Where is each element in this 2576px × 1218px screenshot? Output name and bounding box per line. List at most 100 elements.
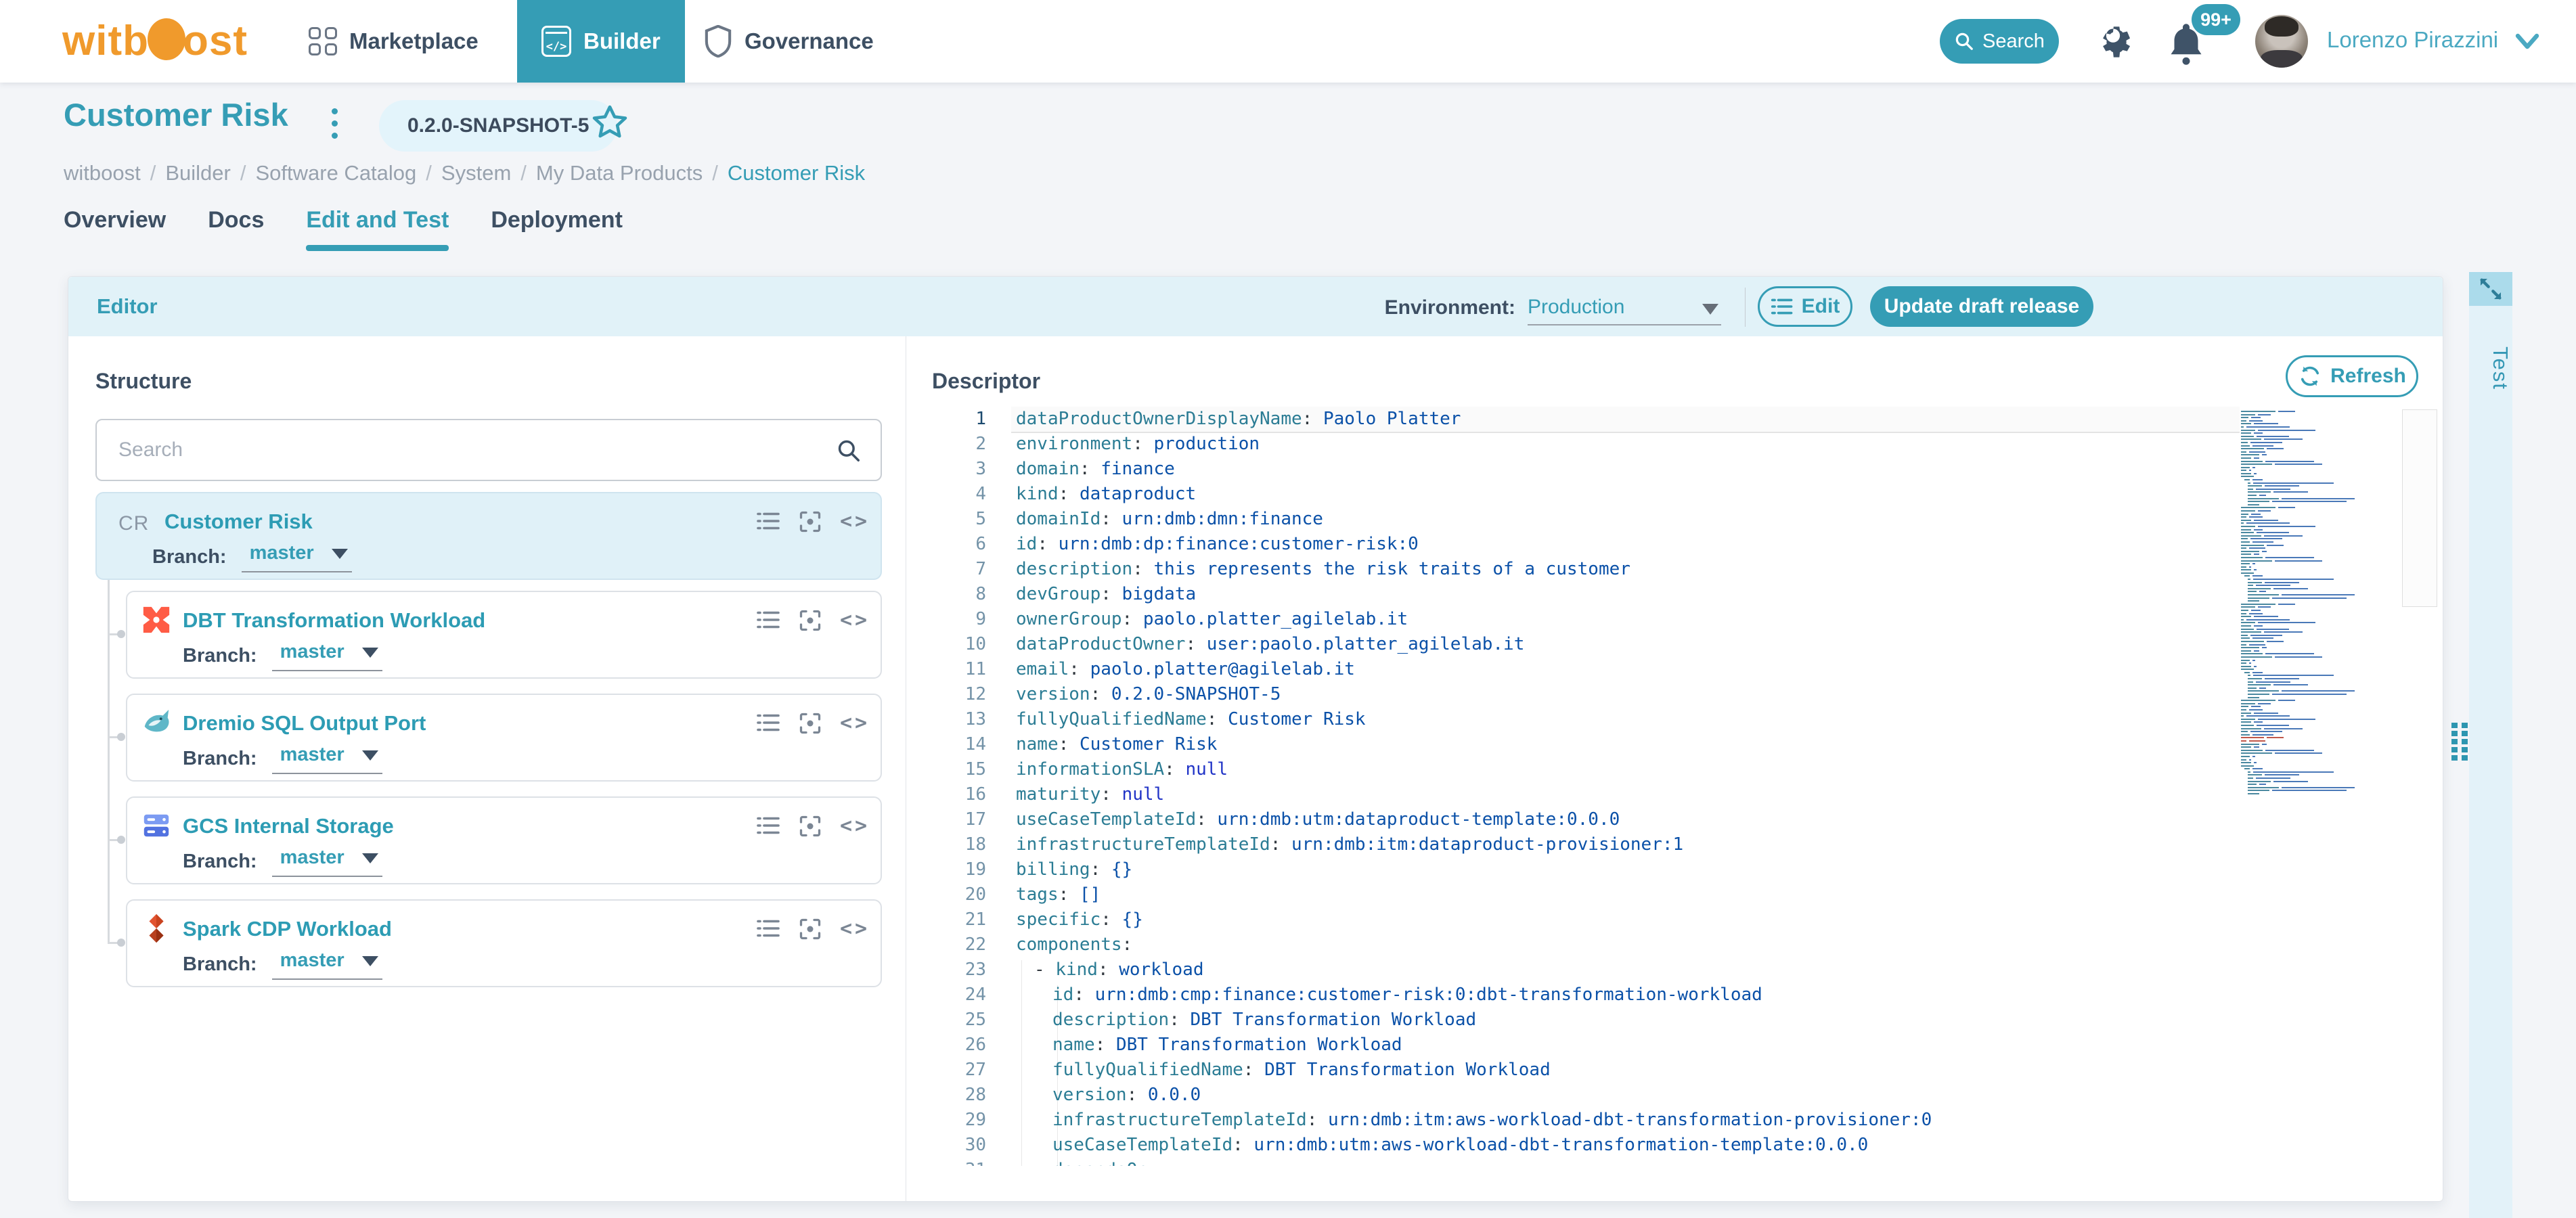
line-number: 8: [975, 584, 986, 604]
details-list-icon[interactable]: [756, 917, 780, 941]
code-line-25[interactable]: 25 description: DBT Transformation Worklo…: [906, 1008, 2444, 1033]
nav-item-builder[interactable]: Builder: [517, 0, 685, 83]
details-list-icon[interactable]: [756, 711, 780, 736]
dbt-icon: [141, 604, 172, 635]
branch-select[interactable]: master: [241, 542, 352, 572]
expand-panel-button[interactable]: [2469, 272, 2512, 306]
code-line-5[interactable]: 5 domainId: urn:dmb:dmn:finance: [906, 507, 2444, 532]
node-title[interactable]: DBT Transformation Workload: [183, 608, 485, 633]
refresh-button[interactable]: Refresh: [2286, 355, 2418, 397]
code-line-9[interactable]: 9 ownerGroup: paolo.platter_agilelab.it: [906, 607, 2444, 632]
witboost-logo[interactable]: witb ost: [62, 16, 248, 66]
nav-item-governance[interactable]: Governance: [680, 0, 898, 83]
code-line-11[interactable]: 11 email: paolo.platter@agilelab.it: [906, 657, 2444, 682]
code-line-12[interactable]: 12 version: 0.2.0-SNAPSHOT-5: [906, 682, 2444, 707]
search-button[interactable]: Search: [1940, 19, 2059, 64]
line-number: 4: [975, 484, 986, 504]
breadcrumb-item[interactable]: System: [441, 161, 511, 185]
structure-node-3[interactable]: GCS Internal Storage <> Branch: master: [126, 796, 882, 884]
structure-node-1[interactable]: DBT Transformation Workload <> Branch: mast…: [126, 591, 882, 679]
breadcrumb-item[interactable]: Customer Risk: [728, 161, 865, 185]
title-kebab-menu[interactable]: [329, 108, 340, 145]
code-view-icon[interactable]: <>: [840, 711, 867, 736]
code-line-29[interactable]: 29 infrastructureTemplateId: urn:dmb:itm:…: [906, 1108, 2444, 1133]
tab-overview[interactable]: Overview: [64, 207, 166, 251]
code-line-31[interactable]: 31dependsOn:: [906, 1158, 2444, 1166]
node-title[interactable]: Dremio SQL Output Port: [183, 711, 426, 736]
code-minimap[interactable]: [2241, 411, 2399, 800]
breadcrumb-item[interactable]: My Data Products: [536, 161, 703, 185]
update-draft-release-button[interactable]: Update draft release: [1870, 286, 2093, 327]
structure-node-4[interactable]: Spark CDP Workload <> Branch: master: [126, 899, 882, 987]
focus-target-icon[interactable]: [798, 608, 822, 633]
user-name[interactable]: Lorenzo Pirazzini: [2327, 27, 2498, 53]
node-title[interactable]: Spark CDP Workload: [183, 917, 392, 941]
breadcrumb-item[interactable]: witboost: [64, 161, 141, 185]
focus-target-icon[interactable]: [798, 510, 822, 534]
line-number: 16: [964, 784, 986, 805]
code-line-19[interactable]: 19 billing: {}: [906, 857, 2444, 882]
code-line-14[interactable]: 14 name: Customer Risk: [906, 732, 2444, 757]
code-line-23[interactable]: 23- kind: workload: [906, 957, 2444, 983]
node-title[interactable]: GCS Internal Storage: [183, 814, 394, 838]
structure-node-root[interactable]: CR Customer Risk <> Branch: master: [95, 492, 882, 580]
code-line-4[interactable]: 4 kind: dataproduct: [906, 482, 2444, 507]
code-line-30[interactable]: 30 useCaseTemplateId: urn:dmb:utm:aws-wor…: [906, 1133, 2444, 1158]
node-title[interactable]: Customer Risk: [164, 510, 313, 534]
tab-edit-and-test[interactable]: Edit and Test: [306, 207, 449, 251]
code-line-20[interactable]: 20 tags: []: [906, 882, 2444, 907]
user-avatar[interactable]: [2255, 15, 2308, 68]
environment-select[interactable]: Production: [1528, 290, 1721, 325]
focus-target-icon[interactable]: [798, 917, 822, 941]
breadcrumb-item[interactable]: Builder: [165, 161, 231, 185]
line-number: 27: [964, 1060, 986, 1080]
edit-button[interactable]: Edit: [1758, 286, 1852, 327]
focus-target-icon[interactable]: [798, 814, 822, 838]
code-view-icon[interactable]: <>: [840, 608, 867, 633]
code-line-15[interactable]: 15 informationSLA: null: [906, 757, 2444, 782]
code-line-26[interactable]: 26 name: DBT Transformation Workload: [906, 1033, 2444, 1058]
code-line-28[interactable]: 28 version: 0.0.0: [906, 1083, 2444, 1108]
favorite-star-icon[interactable]: [590, 103, 629, 142]
test-panel-tab[interactable]: Test: [2469, 321, 2512, 415]
branch-select[interactable]: master: [271, 847, 382, 877]
code-line-16[interactable]: 16 maturity: null: [906, 782, 2444, 807]
descriptor-code-editor[interactable]: 1 dataProductOwnerDisplayName: Paolo Plat…: [906, 407, 2444, 1166]
focus-target-icon[interactable]: [798, 711, 822, 736]
code-view-icon[interactable]: <>: [840, 814, 867, 838]
code-line-27[interactable]: 27 fullyQualifiedName: DBT Transformation…: [906, 1058, 2444, 1083]
search-icon[interactable]: [836, 438, 862, 464]
details-list-icon[interactable]: [756, 814, 780, 838]
code-line-2[interactable]: 2 environment: production: [906, 432, 2444, 457]
branch-select[interactable]: master: [271, 744, 382, 774]
code-line-17[interactable]: 17 useCaseTemplateId: urn:dmb:utm:datapro…: [906, 807, 2444, 832]
tab-docs[interactable]: Docs: [208, 207, 264, 251]
details-list-icon[interactable]: [756, 510, 780, 534]
code-view-icon[interactable]: <>: [840, 510, 867, 534]
panel-resize-handle[interactable]: [2451, 723, 2469, 761]
tab-deployment[interactable]: Deployment: [491, 207, 623, 251]
code-line-7[interactable]: 7 description: this represents the risk t…: [906, 557, 2444, 582]
code-line-21[interactable]: 21 specific: {}: [906, 907, 2444, 932]
chevron-down-icon[interactable]: [2515, 32, 2539, 50]
settings-button[interactable]: [2091, 20, 2135, 64]
structure-search-input[interactable]: [118, 420, 822, 480]
code-line-6[interactable]: 6 id: urn:dmb:dp:finance:customer-risk:0: [906, 532, 2444, 557]
code-line-24[interactable]: 24 id: urn:dmb:cmp:finance:customer-risk:…: [906, 983, 2444, 1008]
breadcrumb-item[interactable]: Software Catalog: [255, 161, 416, 185]
structure-node-2[interactable]: Dremio SQL Output Port <> Branch: master: [126, 694, 882, 782]
branch-select[interactable]: master: [271, 641, 382, 671]
line-number: 1: [975, 409, 986, 429]
nav-item-marketplace[interactable]: Marketplace: [284, 0, 503, 83]
code-line-10[interactable]: 10 dataProductOwner: user:paolo.platter_a…: [906, 632, 2444, 657]
branch-select[interactable]: master: [271, 949, 382, 980]
code-line-13[interactable]: 13 fullyQualifiedName: Customer Risk: [906, 707, 2444, 732]
code-line-8[interactable]: 8 devGroup: bigdata: [906, 582, 2444, 607]
code-line-1[interactable]: 1 dataProductOwnerDisplayName: Paolo Plat…: [906, 407, 2444, 433]
code-line-18[interactable]: 18 infrastructureTemplateId: urn:dmb:itm:…: [906, 832, 2444, 857]
details-list-icon[interactable]: [756, 608, 780, 633]
code-line-22[interactable]: 22 components:: [906, 932, 2444, 957]
code-line-3[interactable]: 3 domain: finance: [906, 457, 2444, 482]
editor-scrollbar[interactable]: [2402, 409, 2437, 607]
code-view-icon[interactable]: <>: [840, 917, 867, 941]
